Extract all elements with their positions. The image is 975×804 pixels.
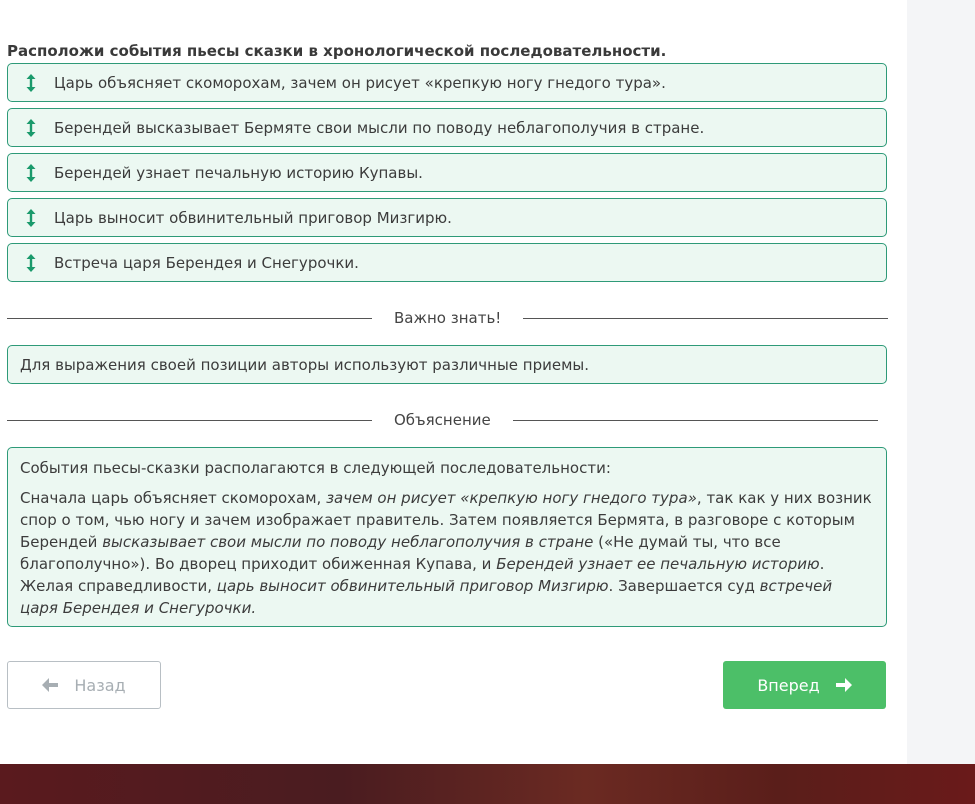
explanation-segment: Сначала царь объясняет скоморохам, [20, 489, 327, 507]
explanation-box: События пьесы-сказки располагаются в сле… [7, 447, 887, 627]
explanation-emphasis: царь выносит обвинительный приговор Мизг… [216, 577, 609, 595]
explanation-divider: Объяснение [7, 408, 887, 432]
explanation-emphasis: высказывает свои мысли по поводу неблаго… [102, 533, 594, 551]
sortable-item[interactable]: Берендей узнает печальную историю Купавы… [7, 153, 887, 192]
next-button-label: Вперед [757, 675, 820, 695]
divider-line [7, 419, 372, 421]
vertical-arrows-icon[interactable] [8, 73, 54, 92]
vertical-arrows-icon[interactable] [8, 208, 54, 227]
vertical-arrows-icon[interactable] [8, 118, 54, 137]
divider-line [7, 317, 372, 319]
important-heading: Важно знать! [394, 309, 502, 327]
explanation-segment: . Завершается суд [608, 577, 760, 595]
sortable-item[interactable]: Царь объясняет скоморохам, зачем он рису… [7, 63, 887, 102]
back-button-label: Назад [74, 675, 126, 695]
sortable-list: Царь объясняет скоморохам, зачем он рису… [7, 63, 887, 288]
sortable-item-label: Царь выносит обвинительный приговор Мизг… [54, 208, 452, 227]
arrow-right-icon [835, 678, 852, 692]
vertical-arrows-icon[interactable] [8, 163, 54, 182]
sortable-item-label: Царь объясняет скоморохам, зачем он рису… [54, 73, 666, 92]
sortable-item[interactable]: Берендей высказывает Бермяте свои мысли … [7, 108, 887, 147]
sortable-item[interactable]: Царь выносит обвинительный приговор Мизг… [7, 198, 887, 237]
right-side-panel [907, 0, 975, 764]
divider-line [523, 317, 889, 319]
footer-band [0, 764, 975, 804]
vertical-arrows-icon[interactable] [8, 253, 54, 272]
explanation-heading: Объяснение [394, 411, 491, 429]
explanation-emphasis: зачем он рисует «крепкую ногу гнедого ту… [326, 489, 697, 507]
arrow-left-icon [42, 678, 59, 692]
important-note: Для выражения своей позиции авторы испол… [7, 345, 887, 384]
explanation-text: Сначала царь объясняет скоморохам, зачем… [20, 487, 874, 619]
sortable-item-label: Встреча царя Берендея и Снегурочки. [54, 253, 359, 272]
question-title: Расположи события пьесы сказки в хроноло… [7, 42, 667, 60]
sortable-item-label: Берендей высказывает Бермяте свои мысли … [54, 118, 705, 137]
sortable-item[interactable]: Встреча царя Берендея и Снегурочки. [7, 243, 887, 282]
back-button[interactable]: Назад [7, 661, 161, 709]
explanation-intro: События пьесы-сказки располагаются в сле… [20, 459, 611, 477]
next-button[interactable]: Вперед [723, 661, 886, 709]
sortable-item-label: Берендей узнает печальную историю Купавы… [54, 163, 423, 182]
explanation-emphasis: Берендей узнает ее печальную историю [496, 555, 820, 573]
divider-line [512, 419, 878, 421]
important-divider: Важно знать! [7, 306, 889, 330]
